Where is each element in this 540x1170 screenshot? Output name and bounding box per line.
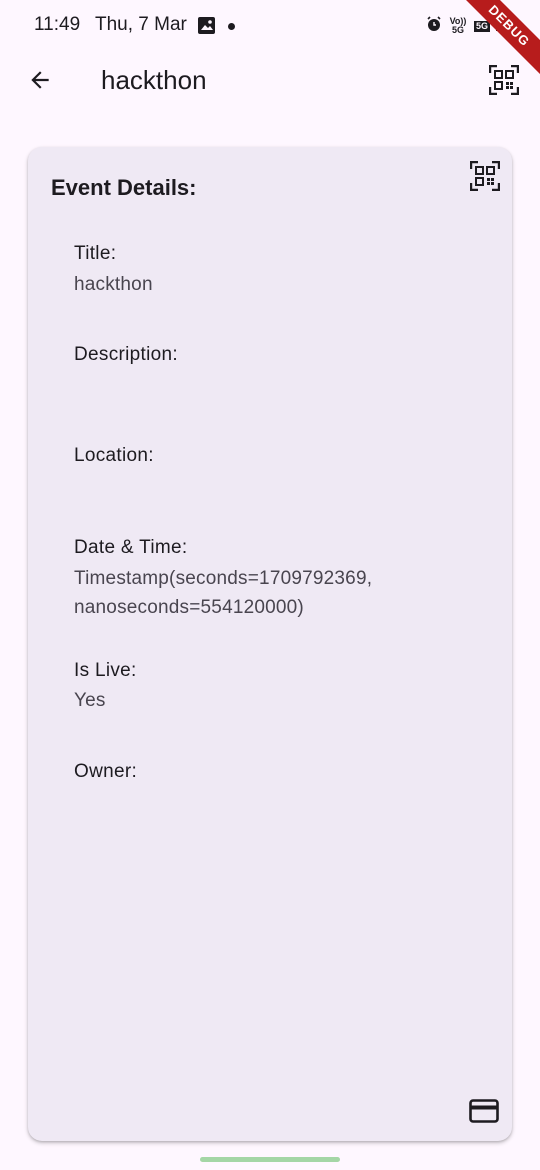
page-title: hackthon [101, 65, 207, 95]
payment-button[interactable] [468, 1095, 500, 1127]
qr-code-icon [470, 161, 500, 191]
event-details-card: Event Details: Title: hackthon Descripti… [28, 147, 512, 1141]
status-bar: 11:49 Thu, 7 Mar Vo)) 5G 5G DEBUG [0, 0, 540, 81]
status-date: Thu, 7 Mar [95, 14, 187, 35]
gallery-notification-icon [198, 17, 215, 34]
card-qr-button[interactable] [468, 159, 502, 193]
back-button[interactable] [22, 62, 58, 98]
qr-code-scanner-icon [489, 65, 519, 95]
notification-dot-icon [228, 23, 235, 30]
description-label: Description: [74, 344, 178, 365]
arrow-back-icon [31, 71, 49, 89]
date-time-value: Timestamp(seconds=1709792369, nanosecond… [74, 568, 373, 618]
location-label: Location: [74, 445, 154, 466]
title-label: Title: [74, 243, 117, 264]
qr-scan-button[interactable] [486, 62, 522, 98]
alarm-icon [426, 15, 442, 37]
is-live-value: Yes [74, 690, 106, 711]
is-live-label: Is Live: [74, 660, 137, 681]
status-time: 11:49 [34, 14, 81, 35]
date-time-label: Date & Time: [74, 537, 188, 558]
owner-label: Owner: [74, 761, 138, 782]
volte-indicator: Vo)) 5G [449, 16, 467, 35]
credit-card-icon [469, 1099, 499, 1123]
card-heading: Event Details: [51, 175, 197, 200]
app-bar: hackthon [0, 52, 540, 108]
home-indicator[interactable] [200, 1157, 340, 1162]
title-value: hackthon [74, 274, 153, 295]
